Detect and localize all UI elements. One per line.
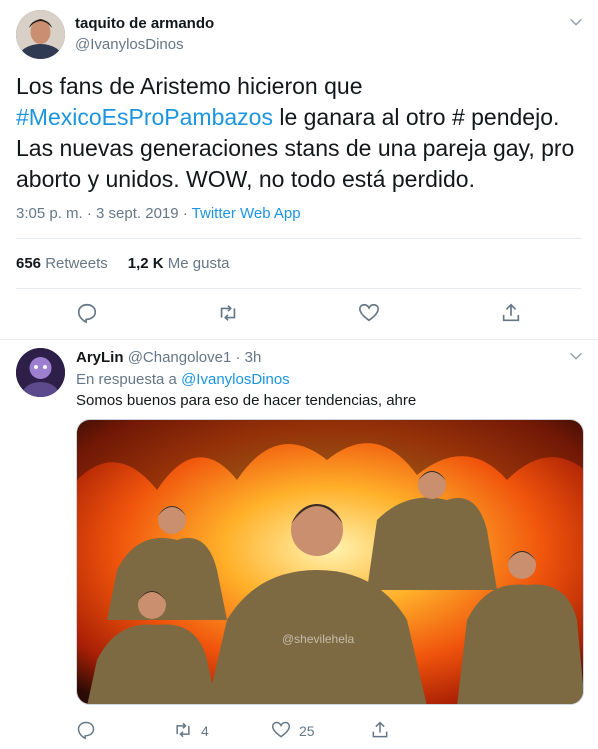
share-button[interactable] [370, 720, 390, 742]
media-image[interactable]: @shevilehela [76, 419, 584, 705]
author-name[interactable]: AryLin [76, 349, 124, 366]
divider [16, 288, 582, 289]
tweet-meta: 3:05 p. m. · 3 sept. 2019 · Twitter Web … [16, 205, 301, 222]
replying-prefix: En respuesta a [76, 371, 182, 388]
retweet-icon[interactable] [217, 302, 241, 326]
retweet-count: 4 [201, 723, 209, 739]
retweet-icon [173, 720, 193, 743]
retweets-count: 656 [16, 255, 42, 272]
reply-tweet[interactable]: AryLin @Changolove1 · 3h En respuesta a … [0, 341, 598, 749]
reply-time[interactable]: 3h [245, 349, 262, 366]
author-handle[interactable]: @IvanylosDinos [75, 36, 184, 53]
source-link[interactable]: Twitter Web App [192, 205, 301, 222]
replying-to: En respuesta a @IvanylosDinos [76, 371, 290, 388]
media-watermark: @shevilehela [282, 632, 355, 646]
timestamp[interactable]: 3:05 p. m. · 3 sept. 2019 · [16, 205, 192, 222]
like-count: 25 [299, 723, 315, 739]
likes-stat[interactable]: 1,2 K Me gusta [128, 255, 230, 272]
chevron-down-icon[interactable] [568, 348, 588, 368]
replying-to-link[interactable]: @IvanylosDinos [181, 371, 290, 388]
share-icon[interactable] [500, 302, 524, 326]
like-icon[interactable] [358, 302, 382, 326]
hashtag-link[interactable]: #MexicoEsProPambazos [16, 104, 273, 130]
like-button[interactable]: 25 [271, 720, 315, 742]
likes-label: Me gusta [167, 255, 230, 272]
like-icon [271, 720, 291, 743]
author-name[interactable]: taquito de armando [75, 15, 214, 32]
divider [16, 238, 582, 239]
author-handle[interactable]: @Changolove1 [128, 349, 232, 366]
retweet-button[interactable]: 4 [173, 720, 209, 742]
retweets-label: Retweets [45, 255, 108, 272]
tweet-text-part: Los fans de Aristemo hicieron que [16, 73, 363, 99]
reply-icon[interactable] [76, 302, 100, 326]
avatar[interactable] [16, 348, 65, 397]
reply-header: AryLin @Changolove1 · 3h [76, 349, 262, 366]
avatar[interactable] [16, 10, 65, 59]
reply-text: Somos buenos para eso de hacer tendencia… [76, 392, 417, 409]
share-icon [370, 720, 390, 743]
chevron-down-icon[interactable] [568, 14, 588, 34]
tweet-stats: 656 Retweets 1,2 K Me gusta [16, 255, 229, 272]
likes-count: 1,2 K [127, 255, 164, 272]
retweets-stat[interactable]: 656 Retweets [16, 255, 108, 272]
tweet-text: Los fans de Aristemo hicieron que #Mexic… [16, 71, 586, 195]
reply-button[interactable] [76, 720, 96, 742]
reply-icon [76, 720, 96, 743]
main-tweet: taquito de armando @IvanylosDinos Los fa… [0, 0, 598, 340]
